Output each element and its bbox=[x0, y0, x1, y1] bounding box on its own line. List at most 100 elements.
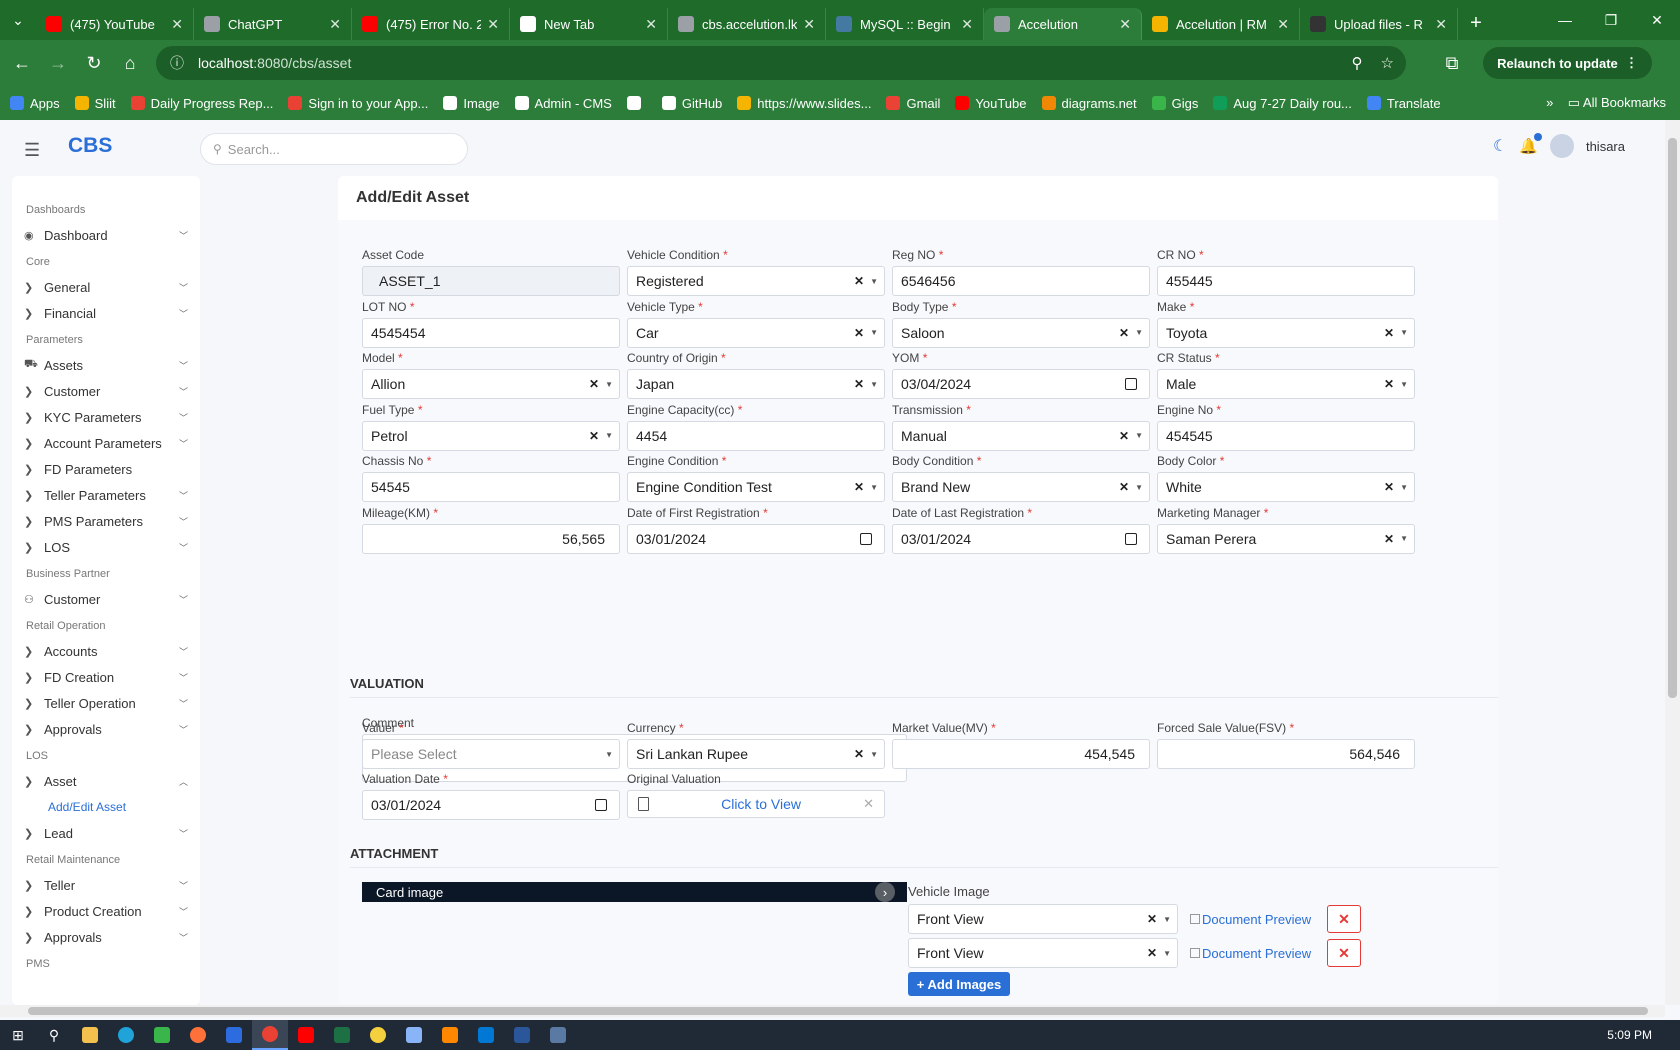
tab-close-icon[interactable]: ✕ bbox=[1119, 16, 1131, 33]
clear-select-icon[interactable]: ✕ bbox=[589, 377, 599, 391]
select-field[interactable]: Registered ✕ ▼ bbox=[627, 266, 885, 296]
reload-icon[interactable]: ↻ bbox=[76, 45, 112, 81]
dropdown-arrow-icon[interactable]: ▼ bbox=[1400, 483, 1408, 492]
select-field[interactable]: Engine Condition Test ✕ ▼ bbox=[627, 472, 885, 502]
browser-tab[interactable]: New Tab ✕ bbox=[510, 8, 668, 40]
select-field[interactable]: White ✕ ▼ bbox=[1157, 472, 1415, 502]
all-bookmarks-button[interactable]: » ▭ All Bookmarks bbox=[1546, 95, 1666, 111]
dropdown-arrow-icon[interactable]: ▼ bbox=[1400, 534, 1408, 543]
excel-icon[interactable] bbox=[324, 1020, 360, 1050]
clear-select-icon[interactable]: ✕ bbox=[1119, 480, 1129, 494]
browser-tab[interactable]: ChatGPT ✕ bbox=[194, 8, 352, 40]
click-to-view-link[interactable]: Click to View bbox=[659, 796, 863, 812]
calendar-icon[interactable] bbox=[860, 532, 872, 545]
sidebar-item[interactable]: ❯ LOS ﹀ bbox=[12, 534, 200, 560]
new-tab-button[interactable]: + bbox=[1458, 12, 1494, 35]
minimize-icon[interactable]: — bbox=[1542, 0, 1588, 40]
bookmark-item[interactable]: Admin - CMS bbox=[514, 96, 612, 111]
clear-select-icon[interactable]: ✕ bbox=[854, 326, 864, 340]
delete-image-button[interactable]: ✕ bbox=[1327, 939, 1361, 967]
clear-select-icon[interactable]: ✕ bbox=[1119, 326, 1129, 340]
select-field[interactable]: Japan ✕ ▼ bbox=[627, 369, 885, 399]
bookmark-item[interactable]: Sliit bbox=[74, 96, 116, 111]
dropdown-arrow-icon[interactable]: ▼ bbox=[1135, 483, 1143, 492]
clear-select-icon[interactable]: ✕ bbox=[854, 274, 864, 288]
date-field[interactable]: 03/01/2024 bbox=[627, 523, 885, 554]
word-icon[interactable] bbox=[504, 1020, 540, 1050]
document-preview-link[interactable]: Document Preview bbox=[1190, 946, 1315, 961]
select-field[interactable]: Manual ✕ ▼ bbox=[892, 420, 1150, 451]
app-icon[interactable] bbox=[144, 1020, 180, 1050]
browser-tab[interactable]: MySQL :: Begin ✕ bbox=[826, 8, 984, 40]
bookmark-item[interactable]: https://www.slides... bbox=[737, 96, 871, 111]
hamburger-menu-icon[interactable]: ☰ bbox=[24, 140, 40, 161]
bookmark-item[interactable] bbox=[626, 96, 647, 111]
app3-icon[interactable] bbox=[396, 1020, 432, 1050]
chrome-icon[interactable] bbox=[252, 1020, 288, 1050]
bookmark-item[interactable]: Sign in to your App... bbox=[288, 96, 428, 111]
bookmark-item[interactable]: Gmail bbox=[886, 96, 940, 111]
browser-tab[interactable]: (475) Error No. 2 ✕ bbox=[352, 8, 510, 40]
bookmark-item[interactable]: Apps bbox=[10, 96, 60, 111]
forward-icon[interactable]: → bbox=[40, 45, 76, 81]
tab-close-icon[interactable]: ✕ bbox=[329, 16, 341, 33]
search-input[interactable]: ⚲ Search... bbox=[200, 133, 468, 165]
bookmark-item[interactable]: Gigs bbox=[1151, 96, 1198, 111]
dropdown-arrow-icon[interactable]: ▼ bbox=[605, 431, 613, 440]
calendar-icon[interactable] bbox=[216, 1020, 252, 1050]
clear-select-icon[interactable]: ✕ bbox=[1384, 377, 1394, 391]
sidebar-item[interactable]: ❯ KYC Parameters ﹀ bbox=[12, 404, 200, 430]
file-explorer-icon[interactable] bbox=[72, 1020, 108, 1050]
brand-logo[interactable]: CBS bbox=[68, 134, 112, 158]
tab-close-icon[interactable]: ✕ bbox=[645, 16, 657, 33]
clear-select-icon[interactable]: ✕ bbox=[589, 429, 599, 443]
home-icon[interactable]: ⌂ bbox=[112, 45, 148, 81]
bookmark-item[interactable]: YouTube bbox=[955, 96, 1027, 111]
clear-select-icon[interactable]: ✕ bbox=[1384, 480, 1394, 494]
select-field[interactable]: Saman Perera ✕ ▼ bbox=[1157, 523, 1415, 554]
dark-mode-toggle-icon[interactable]: ☾ bbox=[1493, 136, 1507, 156]
view-select[interactable]: Front View ✕ ▼ bbox=[908, 938, 1178, 968]
app2-icon[interactable] bbox=[360, 1020, 396, 1050]
select-field[interactable]: Male ✕ ▼ bbox=[1157, 369, 1415, 399]
sidebar-item[interactable]: ❯ Asset ︿ bbox=[12, 768, 200, 794]
sidebar-subitem[interactable]: Add/Edit Asset bbox=[12, 794, 200, 820]
tab-close-icon[interactable]: ✕ bbox=[1435, 16, 1447, 33]
sidebar-item[interactable]: ❯ General ﹀ bbox=[12, 274, 200, 300]
delete-image-button[interactable]: ✕ bbox=[1327, 905, 1361, 933]
clear-select-icon[interactable]: ✕ bbox=[854, 377, 864, 391]
tab-search-icon[interactable]: ⌄ bbox=[0, 0, 36, 40]
notification-bell-icon[interactable]: 🔔 bbox=[1519, 133, 1542, 155]
clear-select-icon[interactable]: ✕ bbox=[1147, 946, 1157, 960]
tab-close-icon[interactable]: ✕ bbox=[961, 16, 973, 33]
bookmark-item[interactable]: Daily Progress Rep... bbox=[130, 96, 273, 111]
sidebar-item[interactable]: ❯ PMS Parameters ﹀ bbox=[12, 508, 200, 534]
close-window-icon[interactable]: ✕ bbox=[1634, 0, 1680, 40]
bookmark-item[interactable]: Translate bbox=[1366, 96, 1441, 111]
view-select[interactable]: Front View ✕ ▼ bbox=[908, 904, 1178, 934]
tab-close-icon[interactable]: ✕ bbox=[1277, 16, 1289, 33]
select-field[interactable]: Brand New ✕ ▼ bbox=[892, 472, 1150, 502]
select-field[interactable]: Petrol ✕ ▼ bbox=[362, 420, 620, 451]
dropdown-arrow-icon[interactable]: ▼ bbox=[605, 750, 613, 759]
sidebar-item[interactable]: ❯ Product Creation ﹀ bbox=[12, 898, 200, 924]
browser-tab[interactable]: (475) YouTube ✕ bbox=[36, 8, 194, 40]
extensions-icon[interactable]: ⧉ bbox=[1434, 45, 1470, 81]
bookmark-item[interactable]: diagrams.net bbox=[1041, 96, 1137, 111]
vscode-icon[interactable] bbox=[468, 1020, 504, 1050]
relaunch-button[interactable]: Relaunch to update ⋮ bbox=[1483, 47, 1652, 79]
dropdown-arrow-icon[interactable]: ▼ bbox=[870, 328, 878, 337]
date-field[interactable]: 03/04/2024 bbox=[892, 369, 1150, 399]
sidebar-item[interactable]: ◉ Dashboard ﹀ bbox=[12, 222, 200, 248]
taskbar-search-icon[interactable]: ⚲ bbox=[36, 1020, 72, 1050]
text-field[interactable]: 454,545 bbox=[892, 739, 1150, 769]
tab-close-icon[interactable]: ✕ bbox=[171, 16, 183, 33]
windows-start-icon[interactable]: ⊞ bbox=[0, 1020, 36, 1050]
restore-icon[interactable]: ❐ bbox=[1588, 0, 1634, 40]
text-field[interactable]: 54545 bbox=[362, 472, 620, 502]
dropdown-arrow-icon[interactable]: ▼ bbox=[870, 380, 878, 389]
calendar-icon[interactable] bbox=[595, 799, 607, 811]
bookmark-item[interactable]: GitHub bbox=[661, 96, 722, 111]
clear-select-icon[interactable]: ✕ bbox=[1384, 532, 1394, 546]
sidebar-item[interactable]: ❯ Teller Operation ﹀ bbox=[12, 690, 200, 716]
